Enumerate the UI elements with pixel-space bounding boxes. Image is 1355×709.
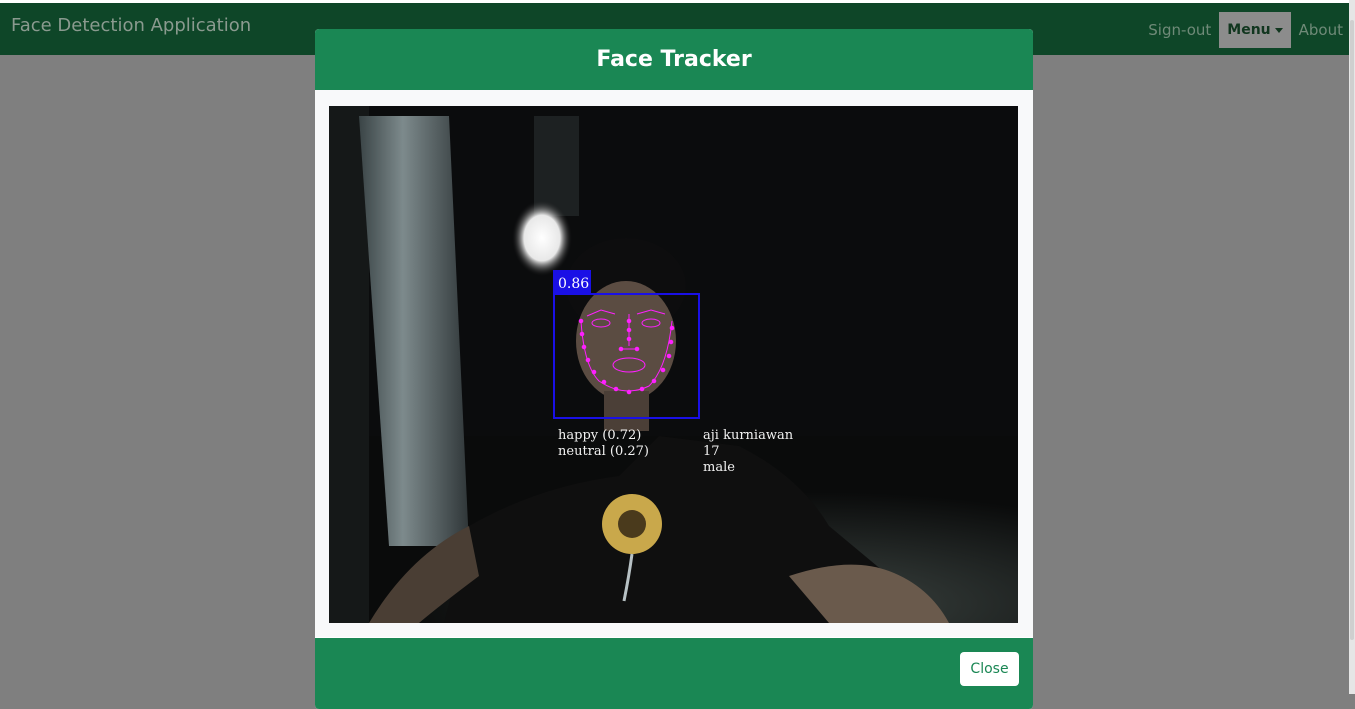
- ceiling-light: [512, 200, 572, 276]
- camera-feed-svg: 0.86 happy (0.72) neutral (0.27) aji kur…: [329, 106, 1018, 623]
- menu-dropdown-button[interactable]: Menu: [1219, 12, 1291, 48]
- modal-title: Face Tracker: [596, 47, 752, 72]
- nav-links: Sign-out Menu About: [1142, 11, 1349, 49]
- menu-label: Menu: [1227, 22, 1271, 38]
- expression-label-1: happy (0.72): [558, 428, 641, 443]
- page-scrollbar[interactable]: [1349, 0, 1355, 694]
- expression-label-2: neutral (0.27): [558, 444, 649, 459]
- close-button[interactable]: Close: [960, 652, 1019, 686]
- scrollbar-thumb[interactable]: [1350, 20, 1354, 640]
- person-face: [576, 281, 676, 401]
- caret-down-icon: [1274, 27, 1283, 33]
- identity-name-label: aji kurniawan: [703, 428, 794, 443]
- left-wall: [329, 106, 369, 623]
- identity-age-label: 17: [703, 444, 720, 459]
- signout-link[interactable]: Sign-out: [1142, 21, 1217, 39]
- brand-title[interactable]: Face Detection Application: [11, 15, 251, 36]
- modal-body: 0.86 happy (0.72) neutral (0.27) aji kur…: [315, 90, 1033, 637]
- camera-feed: 0.86 happy (0.72) neutral (0.27) aji kur…: [329, 106, 1018, 623]
- modal-header: Face Tracker: [315, 29, 1033, 90]
- about-link[interactable]: About: [1293, 21, 1349, 39]
- modal-footer: Close: [315, 638, 1033, 709]
- face-tracker-modal: Face Tracker 0.86 happy (0.72) neutral (…: [315, 29, 1033, 709]
- identity-gender-label: male: [703, 460, 735, 475]
- person-neck: [604, 391, 649, 431]
- score-label: 0.86: [558, 276, 589, 292]
